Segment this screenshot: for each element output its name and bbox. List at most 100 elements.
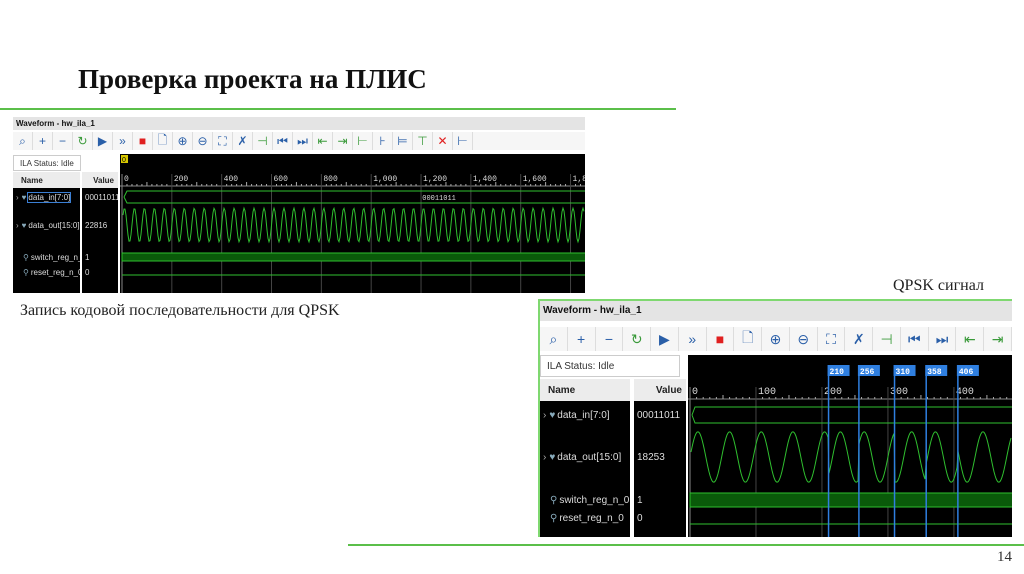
run-icon[interactable]: ▶: [651, 327, 679, 351]
signal-value: 00011011: [82, 189, 118, 205]
signal-name: data_in[7:0]: [557, 409, 610, 421]
bus-value-label: 00011011: [422, 195, 456, 203]
waveform-canvas[interactable]: 0 100 200 300 400210 256 310 358 406: [688, 355, 1012, 537]
signal-name: reset_reg_n_0: [30, 267, 80, 277]
fast-forward-icon[interactable]: »: [679, 327, 707, 351]
refresh-icon[interactable]: ↻: [623, 327, 652, 351]
stop-icon[interactable]: ■: [707, 327, 735, 351]
signal-value: 0: [82, 266, 118, 278]
bus-icon: ♥: [549, 409, 556, 421]
stop-icon[interactable]: ■: [133, 132, 153, 150]
ruler-tick-label: 300: [890, 387, 908, 398]
prev-marker-icon[interactable]: ⇤: [313, 132, 333, 150]
waveform-canvas[interactable]: 0 200 400 600 800 1,000 1,200 1,400 1,600 1,8 0000…: [120, 154, 585, 293]
minus-icon[interactable]: −: [53, 132, 73, 150]
zoom-out-icon[interactable]: ⊖: [193, 132, 213, 150]
expand-chevron-icon[interactable]: ›: [16, 193, 19, 202]
snap-icon[interactable]: ⊦: [373, 132, 393, 150]
ruler-tick-label: 1,200: [423, 175, 447, 184]
value-column-header[interactable]: Value: [634, 379, 686, 401]
marker-icon[interactable]: ⊣: [873, 327, 901, 351]
export-icon[interactable]: 🗋: [734, 327, 763, 351]
bus-icon: ♥: [549, 451, 556, 463]
expand-chevron-icon[interactable]: ›: [543, 410, 546, 421]
plus-icon[interactable]: +: [568, 327, 596, 351]
signal-row-reset-reg-n-0[interactable]: ⚲ reset_reg_n_0: [540, 509, 630, 527]
go-start-icon[interactable]: ⏮: [901, 327, 929, 351]
signal-row-data-in[interactable]: › ♥ data_in[7:0]: [540, 405, 630, 425]
page-number: 14: [997, 549, 1012, 565]
search-icon[interactable]: ⌕: [13, 132, 33, 150]
data-in-bus-trace: [123, 190, 585, 204]
go-end-icon[interactable]: ⏭: [293, 132, 313, 150]
expand-chevron-icon[interactable]: ›: [16, 221, 19, 230]
fit-icon[interactable]: ⛶: [818, 327, 846, 351]
toolbar: ⌕ + − ↻ ▶» ■ 🗋 ⊕ ⊖ ⛶ ✗ ⊣ ⏮ ⏭ ⇤ ⇥: [540, 327, 1012, 351]
signal-row-data-out[interactable]: › ♥ data_out[15:0]: [540, 427, 630, 487]
name-column-header[interactable]: Name: [540, 379, 630, 401]
value-column-header[interactable]: Value: [82, 172, 118, 188]
signal-value: 00011011: [634, 405, 686, 425]
signal-row-switch-reg-n-0[interactable]: ⚲switch_reg_n_0: [13, 251, 80, 263]
fast-forward-icon[interactable]: »: [113, 132, 133, 150]
add-marker-icon[interactable]: ⊢: [353, 132, 373, 150]
prev-marker-icon[interactable]: ⇤: [956, 327, 985, 351]
marker-label: 210: [830, 368, 845, 377]
bit-icon: ⚲: [550, 494, 558, 506]
delete-icon[interactable]: ✕: [433, 132, 453, 150]
ruler-tick-label: 400: [224, 175, 239, 184]
go-end-icon[interactable]: ⏭: [929, 327, 957, 351]
signal-name: switch_reg_n_0: [559, 494, 630, 506]
export-icon[interactable]: 🗋: [153, 132, 173, 150]
next-marker-icon[interactable]: ⇥: [333, 132, 353, 150]
marker-label: 256: [860, 368, 875, 377]
ruler-tick-label: 1,400: [473, 175, 497, 184]
name-column-header[interactable]: Name: [13, 172, 80, 188]
title-divider: [0, 108, 676, 110]
signal-row-switch-reg-n-0[interactable]: ⚲switch_reg_n_0: [540, 491, 630, 509]
go-start-icon[interactable]: ⏮: [273, 132, 293, 150]
marker2-icon[interactable]: ⊤: [413, 132, 433, 150]
signal-row-data-in[interactable]: › ♥ data_in[7:0]: [13, 189, 80, 205]
cursor-icon[interactable]: ✗: [233, 132, 253, 150]
slide-title: Проверка проекта на ПЛИС: [78, 64, 427, 94]
next-marker-icon[interactable]: ⇥: [984, 327, 1012, 351]
fit-icon[interactable]: ⛶: [213, 132, 233, 150]
trigger-marker-label: 0: [122, 157, 126, 164]
data-in-bus-trace: [691, 406, 1012, 424]
signal-value-text: 18253: [637, 451, 665, 463]
bit-icon: ⚲: [550, 512, 558, 524]
disabled-icon[interactable]: ⊢: [453, 132, 473, 150]
zoom-in-icon[interactable]: ⊕: [762, 327, 790, 351]
ruler-tick-label: 1,000: [373, 175, 397, 184]
ruler-tick-label: 200: [824, 387, 842, 398]
search-icon[interactable]: ⌕: [540, 327, 568, 351]
zoom-out-icon[interactable]: ⊖: [790, 327, 818, 351]
run-icon[interactable]: ▶: [93, 132, 113, 150]
marker-icon[interactable]: ⊣: [253, 132, 273, 150]
signal-name: data_in[7:0]: [27, 191, 72, 203]
signal-value: 0: [634, 509, 686, 527]
swap-icon[interactable]: ⊨: [393, 132, 413, 150]
waveform-window-code-sequence: Waveform - hw_ila_1 ⌕ + − ↻ ▶» ■ 🗋 ⊕ ⊖ ⛶ ✗ ⊣ ⏮ ⏭ ⇤ ⇥ ⊢ ⊦ ⊨ ⊤…: [13, 117, 585, 293]
minus-icon[interactable]: −: [596, 327, 624, 351]
expand-chevron-icon[interactable]: ›: [543, 452, 546, 463]
switch-reg-high-trace: [689, 492, 1012, 508]
plus-icon[interactable]: +: [33, 132, 53, 150]
zoom-in-icon[interactable]: ⊕: [173, 132, 193, 150]
ila-status: ILA Status: Idle: [13, 155, 81, 171]
signal-names-pane: › ♥ data_in[7:0] › ♥ data_out[15:0] ⚲ switch_re…: [13, 188, 80, 293]
cursor-icon[interactable]: ✗: [845, 327, 874, 351]
ruler-tick-label: 800: [323, 175, 338, 184]
window-title: Waveform - hw_ila_1: [540, 301, 1012, 321]
ruler-tick-label: 0: [124, 175, 129, 184]
signal-value-text: 00011011: [637, 409, 681, 421]
signal-row-reset-reg-n-0[interactable]: ⚲ reset_reg_n_0: [13, 266, 80, 278]
bit-icon: ⚲: [23, 267, 29, 277]
signal-value-text: 0: [85, 267, 90, 277]
refresh-icon[interactable]: ↻: [73, 132, 93, 150]
signal-row-data-out[interactable]: › ♥ data_out[15:0]: [13, 205, 80, 245]
window-title: Waveform - hw_ila_1: [13, 117, 585, 130]
ruler-tick-label: 1,600: [523, 175, 547, 184]
marker-label: 310: [896, 368, 911, 377]
